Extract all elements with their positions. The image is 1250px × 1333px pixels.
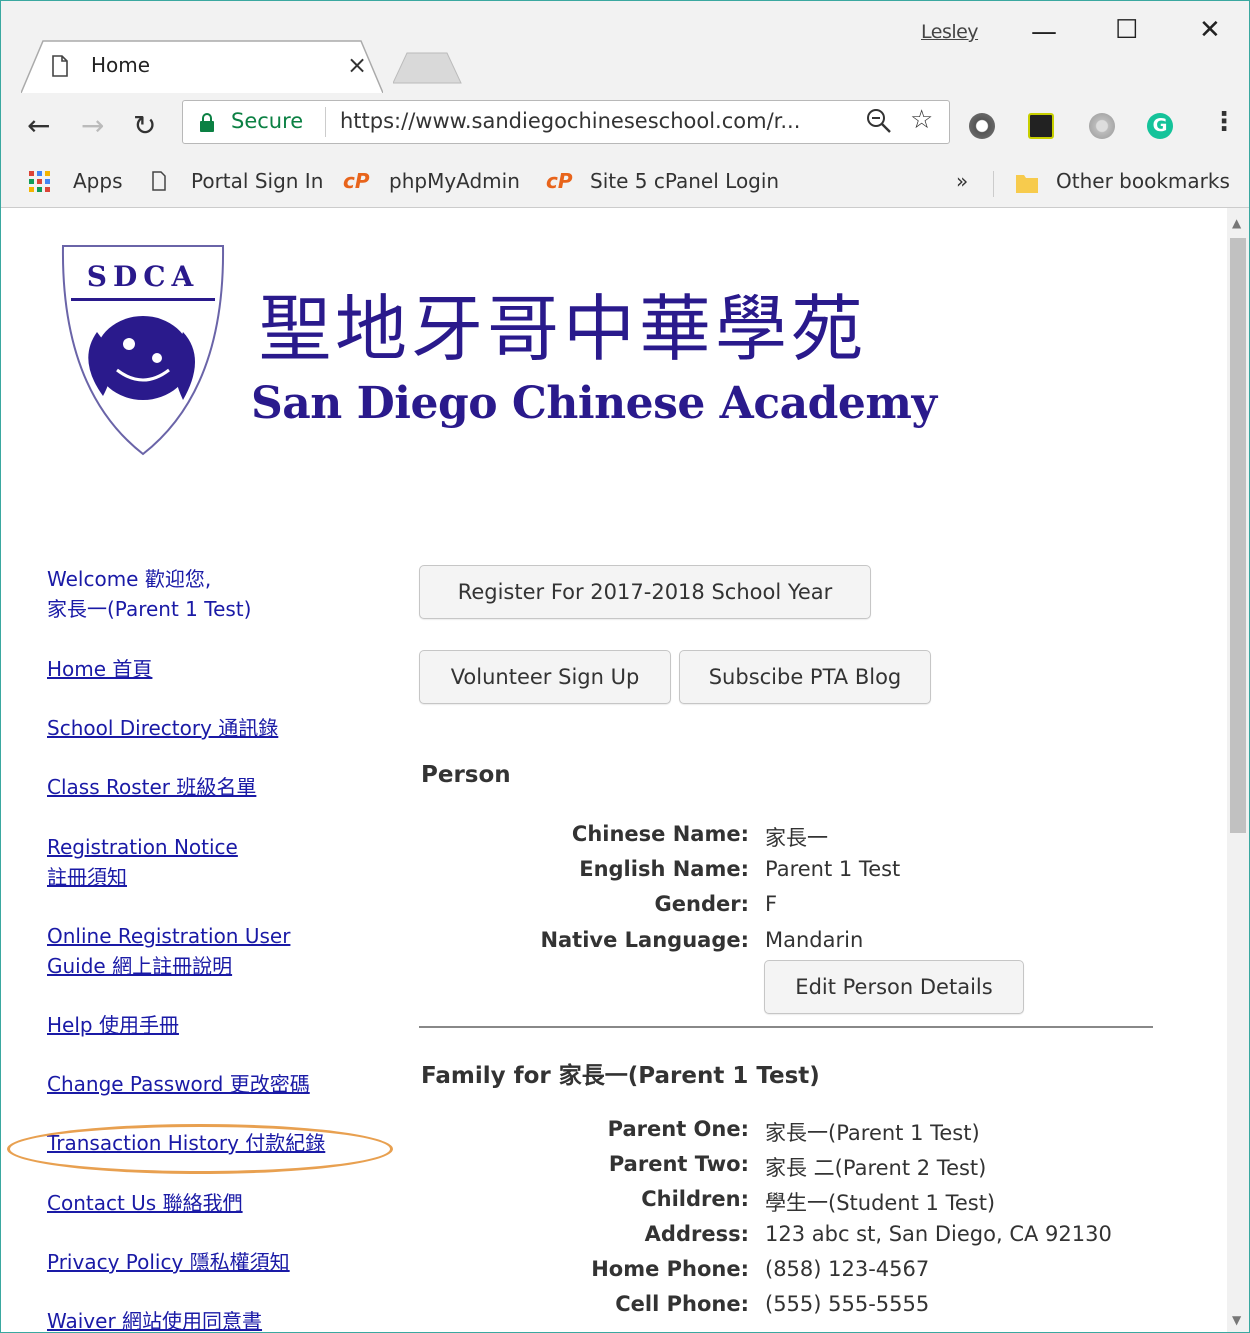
- field-label: English Name:: [579, 857, 749, 881]
- extension-target-icon[interactable]: [1028, 113, 1054, 139]
- scroll-thumb[interactable]: [1230, 238, 1246, 833]
- minimize-icon[interactable]: —: [1031, 17, 1057, 47]
- secure-label: Secure: [231, 109, 304, 133]
- cpanel-icon: cP: [343, 169, 370, 193]
- extension-circle-icon[interactable]: [969, 113, 995, 139]
- bookmark-portal-sign-in[interactable]: Portal Sign In: [191, 169, 323, 193]
- grammarly-icon[interactable]: G: [1147, 113, 1173, 139]
- bookmark-phpmyadmin[interactable]: phpMyAdmin: [389, 169, 520, 193]
- school-name-english: San Diego Chinese Academy: [251, 378, 937, 429]
- sidebar-item-privacy-policy[interactable]: Privacy Policy 隱私權須知: [47, 1247, 290, 1277]
- url-text[interactable]: https://www.sandiegochineseschool.com/r.…: [340, 109, 800, 133]
- extension-gray-icon[interactable]: [1089, 113, 1115, 139]
- tab-shape: [21, 40, 383, 93]
- bookmarks-overflow-icon[interactable]: »: [956, 169, 968, 193]
- field-value: (858) 123-4567: [765, 1257, 930, 1281]
- field-label: Home Phone:: [591, 1257, 749, 1281]
- sidebar-item-class-roster[interactable]: Class Roster 班級名單: [47, 772, 256, 802]
- welcome-message: Welcome 歡迎您, 家長一(Parent 1 Test): [47, 564, 251, 624]
- field-value: Mandarin: [765, 928, 864, 952]
- sidebar-item-home[interactable]: Home 首頁: [47, 654, 152, 684]
- bookmark-apps[interactable]: Apps: [73, 169, 123, 193]
- back-arrow-icon[interactable]: ←: [27, 109, 50, 142]
- link-line: 註冊須知: [47, 865, 127, 889]
- page-icon: [52, 55, 68, 77]
- sidebar-item-registration-guide[interactable]: Online Registration User Guide 網上註冊說明: [47, 921, 290, 981]
- field-value: (555) 555-5555: [765, 1292, 930, 1316]
- field-value: 學生一(Student 1 Test): [765, 1191, 996, 1215]
- field-label: Children:: [641, 1187, 749, 1211]
- tab-title: Home: [91, 53, 151, 77]
- cpanel-icon: cP: [546, 169, 573, 193]
- browser-window: Home × Lesley — ☐ ✕ ← → ↻ Secure https:/…: [0, 0, 1250, 1333]
- field-label: Gender:: [654, 892, 749, 916]
- address-bar[interactable]: Secure https://www.sandiegochineseschool…: [182, 100, 950, 144]
- bookmark-other[interactable]: Other bookmarks: [1056, 169, 1230, 193]
- field-value: 123 abc st, San Diego, CA 92130: [765, 1222, 1112, 1246]
- link-line: Registration Notice: [47, 835, 238, 859]
- highlight-oval: [7, 1124, 393, 1174]
- new-tab-button[interactable]: [393, 51, 463, 85]
- field-value: 家長一: [765, 826, 828, 850]
- sidebar-item-help[interactable]: Help 使用手冊: [47, 1010, 179, 1040]
- title-bar: Home × Lesley — ☐ ✕: [1, 1, 1249, 93]
- field-label: Parent One:: [607, 1117, 749, 1141]
- profile-name[interactable]: Lesley: [921, 21, 979, 43]
- browser-menu-icon[interactable]: ⋮: [1211, 107, 1237, 137]
- field-label: Chinese Name:: [571, 822, 749, 846]
- logo-letters: SDCA: [87, 260, 200, 293]
- page-icon: [152, 171, 166, 191]
- school-logo-image: SDCA: [61, 245, 225, 456]
- scroll-down-arrow-icon[interactable]: ▼: [1232, 1313, 1241, 1327]
- sidebar-item-contact-us[interactable]: Contact Us 聯絡我們: [47, 1188, 243, 1218]
- school-name-chinese: 聖地牙哥中華學苑: [259, 287, 868, 371]
- maximize-icon[interactable]: ☐: [1115, 15, 1138, 45]
- register-button[interactable]: Register For 2017-2018 School Year: [419, 565, 871, 619]
- forward-arrow-icon[interactable]: →: [81, 109, 104, 142]
- bookmark-site5-cpanel[interactable]: Site 5 cPanel Login: [590, 169, 779, 193]
- edit-person-details-button[interactable]: Edit Person Details: [764, 960, 1024, 1014]
- link-line: Guide 網上註冊說明: [47, 954, 233, 978]
- field-label: Cell Phone:: [615, 1292, 749, 1316]
- family-heading: Family for 家長一(Parent 1 Test): [421, 1063, 820, 1089]
- field-label: Parent Two:: [608, 1152, 749, 1176]
- tab-home[interactable]: Home ×: [21, 39, 383, 93]
- bookmarks-bar: Apps Portal Sign In cP phpMyAdmin cP Sit…: [1, 161, 1249, 208]
- sidebar-item-change-password[interactable]: Change Password 更改密碼: [47, 1069, 310, 1099]
- zoom-icon[interactable]: [865, 107, 893, 135]
- welcome-line-2: 家長一(Parent 1 Test): [47, 597, 252, 621]
- person-heading: Person: [421, 762, 511, 788]
- omnibox-divider: [325, 107, 326, 137]
- scroll-up-arrow-icon[interactable]: ▲: [1232, 216, 1241, 230]
- subscribe-pta-blog-button[interactable]: Subscibe PTA Blog: [679, 650, 931, 704]
- field-value: F: [765, 892, 778, 916]
- bookmarks-divider: [993, 171, 994, 197]
- link-line: Online Registration User: [47, 924, 291, 948]
- welcome-line-1: Welcome 歡迎您,: [47, 567, 212, 591]
- sidebar-item-registration-notice[interactable]: Registration Notice 註冊須知: [47, 832, 238, 892]
- apps-grid-icon: [29, 171, 50, 192]
- field-label: Address:: [644, 1222, 749, 1246]
- sidebar-item-school-directory[interactable]: School Directory 通訊錄: [47, 713, 278, 743]
- window-close-icon[interactable]: ✕: [1199, 15, 1221, 45]
- field-label: Native Language:: [540, 928, 749, 952]
- field-value: Parent 1 Test: [765, 857, 901, 881]
- bookmark-star-icon[interactable]: ☆: [910, 105, 933, 135]
- lock-icon: [200, 113, 214, 132]
- section-divider: [419, 1026, 1153, 1028]
- page-scrollbar[interactable]: ▲ ▼: [1227, 208, 1249, 1332]
- tab-close-icon[interactable]: ×: [347, 51, 367, 79]
- field-value: 家長一(Parent 1 Test): [765, 1121, 980, 1145]
- folder-icon: [1016, 175, 1038, 193]
- browser-toolbar: ← → ↻ Secure https://www.sandiegochinese…: [1, 93, 1249, 161]
- reload-icon[interactable]: ↻: [133, 109, 156, 142]
- volunteer-signup-button[interactable]: Volunteer Sign Up: [419, 650, 671, 704]
- field-value: 家長 二(Parent 2 Test): [765, 1156, 987, 1180]
- sidebar-item-waiver[interactable]: Waiver 網站使用同意書: [47, 1306, 262, 1332]
